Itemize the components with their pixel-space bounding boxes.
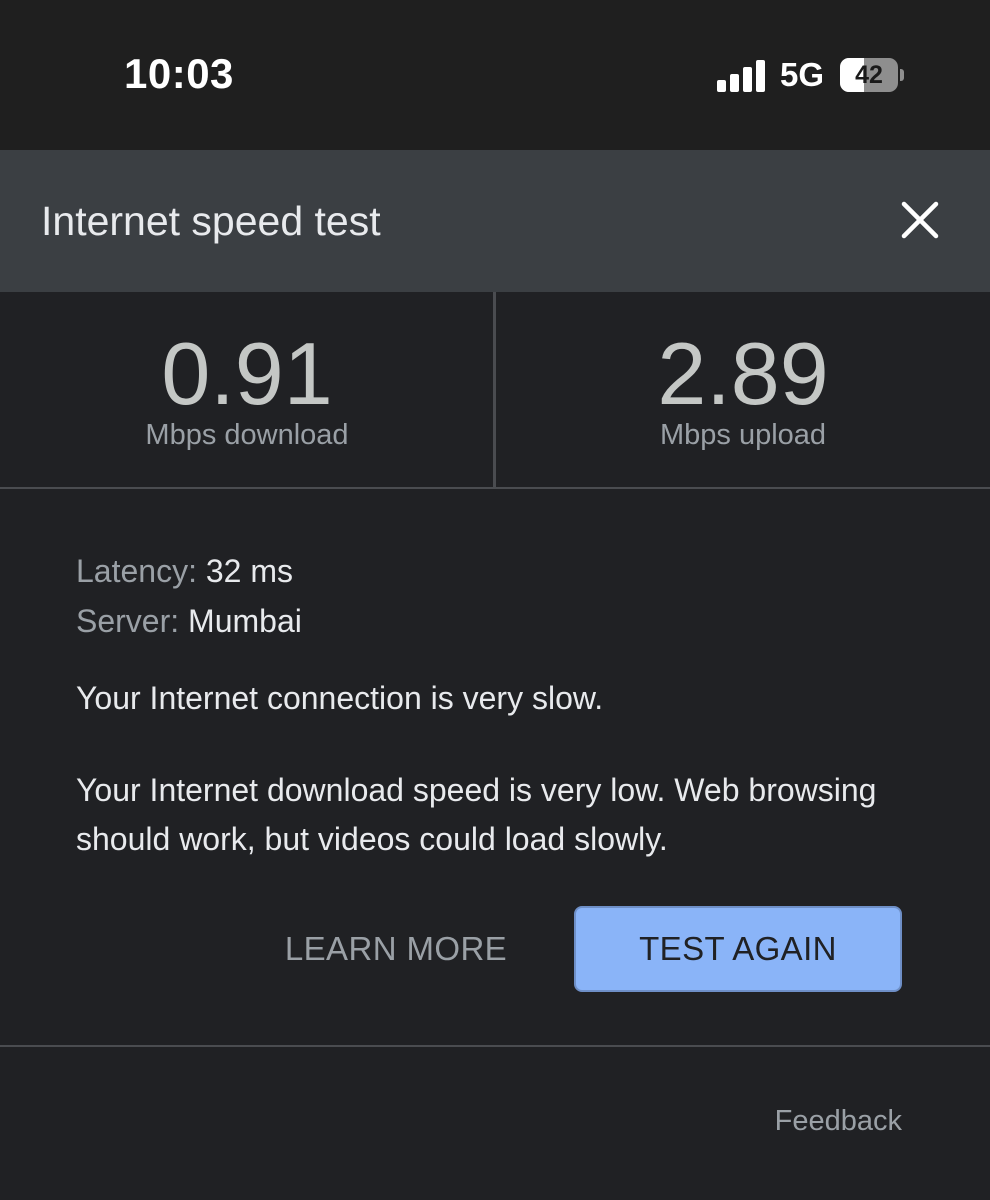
upload-speed-label: Mbps upload (659, 419, 827, 451)
learn-more-button[interactable]: LEARN MORE (268, 906, 524, 992)
latency-value: 32 ms (205, 553, 293, 589)
upload-speed-value: 2.89 (657, 324, 829, 423)
test-details: Latency: 32 ms Server: Mumbai (76, 546, 916, 646)
status-indicators: 5G 42 (716, 56, 904, 94)
close-button[interactable] (890, 190, 950, 250)
dialog-header: Internet speed test (0, 150, 990, 292)
status-time: 10:03 (124, 50, 234, 97)
speed-results: 0.91 Mbps download 2.89 Mbps upload (0, 292, 990, 489)
server-row: Server: Mumbai (76, 596, 916, 646)
status-bar: 10:03 5G 42 (0, 0, 990, 150)
download-result: 0.91 Mbps download (0, 292, 494, 487)
server-value: Mumbai (188, 603, 302, 639)
battery-icon: 42 (840, 58, 904, 92)
test-again-button[interactable]: TEST AGAIN (574, 906, 902, 992)
download-speed-value: 0.91 (161, 324, 333, 423)
upload-result: 2.89 Mbps upload (496, 292, 990, 487)
network-type: 5G (779, 56, 824, 93)
page-title: Internet speed test (41, 198, 381, 244)
connection-summary: Your Internet connection is very slow. (76, 680, 604, 716)
server-key: Server: (76, 603, 180, 639)
signal-icon (716, 60, 765, 92)
feedback-link[interactable]: Feedback (775, 1105, 902, 1138)
close-icon (901, 201, 939, 239)
latency-row: Latency: 32 ms (76, 546, 916, 596)
latency-key: Latency: (76, 553, 197, 589)
download-speed-label: Mbps download (145, 419, 349, 451)
battery-percent: 42 (855, 61, 883, 89)
connection-description: Your Internet download speed is very low… (76, 772, 877, 857)
divider (0, 1045, 990, 1047)
